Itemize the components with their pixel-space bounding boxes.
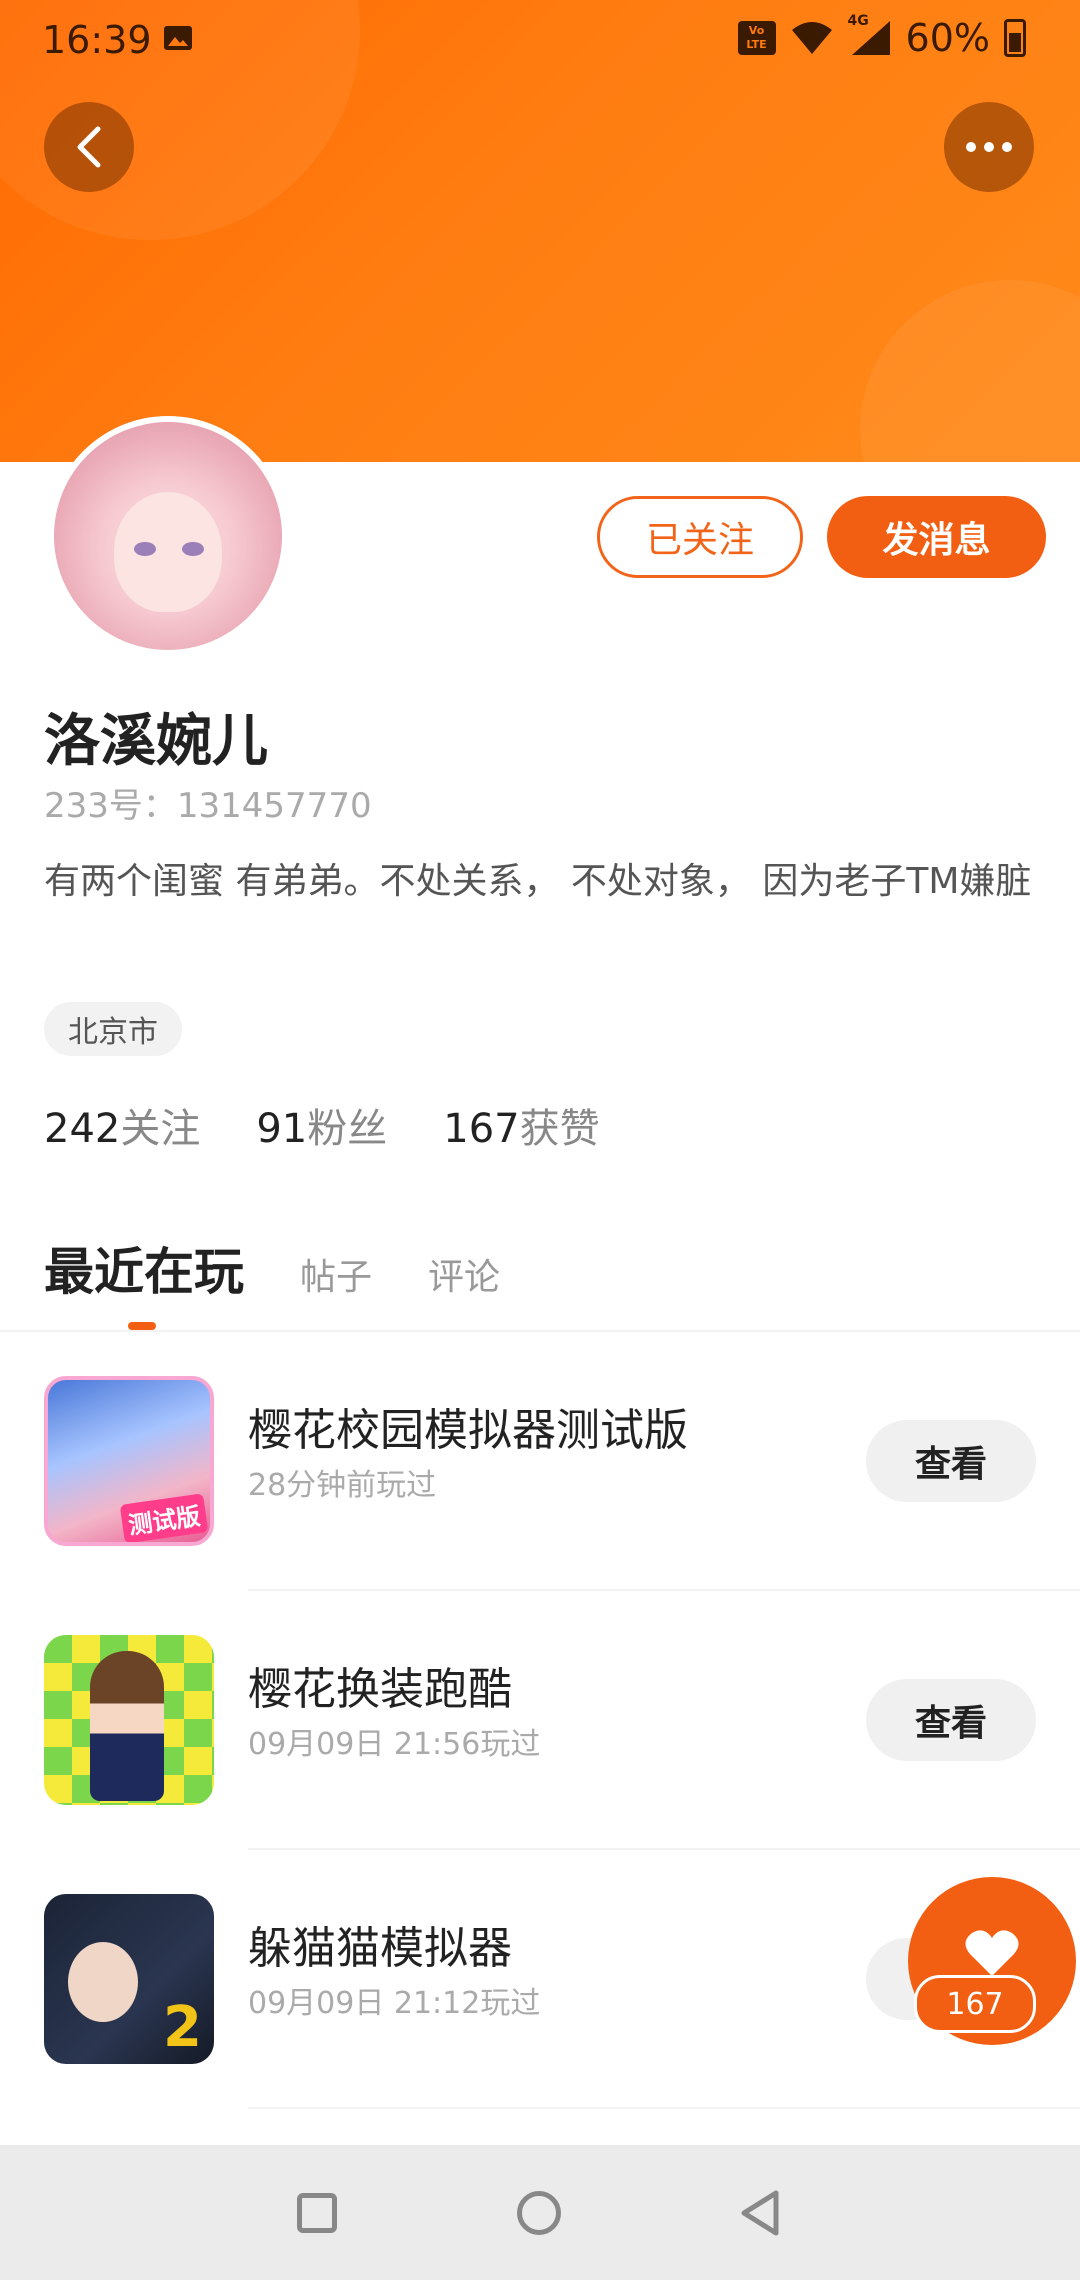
game-icon [44,1635,214,1805]
likes-stat: 167获赞 [443,1096,599,1154]
user-id: 233号：131457770 [44,786,372,826]
fans-count: 91 [256,1106,308,1152]
fans-label: 粉丝 [307,1106,388,1152]
game-icon: 测试版 [44,1376,214,1546]
system-nav-bar [0,2145,1080,2280]
recent-apps-icon[interactable] [297,2193,337,2233]
list-divider [248,2107,1080,2109]
view-button[interactable]: 查看 [866,1679,1036,1761]
like-count: 167 [914,1975,1036,2033]
gallery-icon [164,26,192,50]
game-title: 樱花校园模拟器测试版 [248,1405,688,1456]
profile-stats: 242关注 91粉丝 167获赞 [44,1096,600,1154]
likes-count: 167 [443,1106,520,1152]
home-icon[interactable] [517,2191,561,2235]
active-tab-indicator [128,1322,156,1330]
chevron-left-icon [77,126,101,168]
view-button[interactable]: 查看 [866,1420,1036,1502]
heart-icon [965,1930,1019,1976]
user-bio: 有两个闺蜜 有弟弟。不处关系， 不处对象， 因为老子TM嫌脏 [44,861,1032,902]
location-tag: 北京市 [44,1002,182,1056]
following-stat[interactable]: 242关注 [44,1096,200,1154]
list-item[interactable]: 樱花换装跑酷 09月09日 21:56玩过 查看 [0,1591,1080,1850]
like-fab-button[interactable]: 167 [908,1877,1076,2045]
battery-percent: 60% [905,16,990,60]
more-options-button[interactable] [944,102,1034,192]
status-time: 16:39 [42,18,152,62]
test-version-badge: 测试版 [119,1493,209,1542]
volte-icon: Vo LTE [737,21,776,55]
game-title: 樱花换装跑酷 [248,1664,512,1715]
user-name: 洛溪婉儿 [44,709,268,774]
profile-tabs: 最近在玩 帖子 评论 [44,1232,500,1304]
battery-icon [1004,19,1026,57]
list-item[interactable]: 测试版 樱花校园模拟器测试版 28分钟前玩过 查看 [0,1332,1080,1591]
following-count: 242 [44,1106,121,1152]
fans-stat[interactable]: 91粉丝 [256,1096,387,1154]
tab-comments[interactable]: 评论 [428,1248,500,1300]
game-icon-number: 2 [163,1995,202,2060]
wifi-icon [791,22,832,54]
status-bar: 16:39 Vo LTE 4G 60% [0,0,1080,80]
game-played-time: 28分钟前玩过 [248,1468,437,1503]
followed-button[interactable]: 已关注 [597,496,803,578]
more-dots-icon [966,142,1012,152]
game-played-time: 09月09日 21:56玩过 [248,1727,541,1762]
following-label: 关注 [120,1106,201,1152]
avatar-image [54,422,282,650]
likes-label: 获赞 [519,1106,600,1152]
tab-posts[interactable]: 帖子 [300,1248,372,1300]
avatar[interactable] [48,416,288,656]
game-played-time: 09月09日 21:12玩过 [248,1986,541,2021]
signal-icon: 4G [848,13,892,57]
game-title: 躲猫猫模拟器 [248,1923,512,1974]
game-icon: 2 [44,1894,214,2064]
nav-back-icon[interactable] [738,2189,782,2237]
tab-recently-played[interactable]: 最近在玩 [44,1232,244,1304]
send-message-button[interactable]: 发消息 [827,496,1046,578]
back-button[interactable] [44,102,134,192]
